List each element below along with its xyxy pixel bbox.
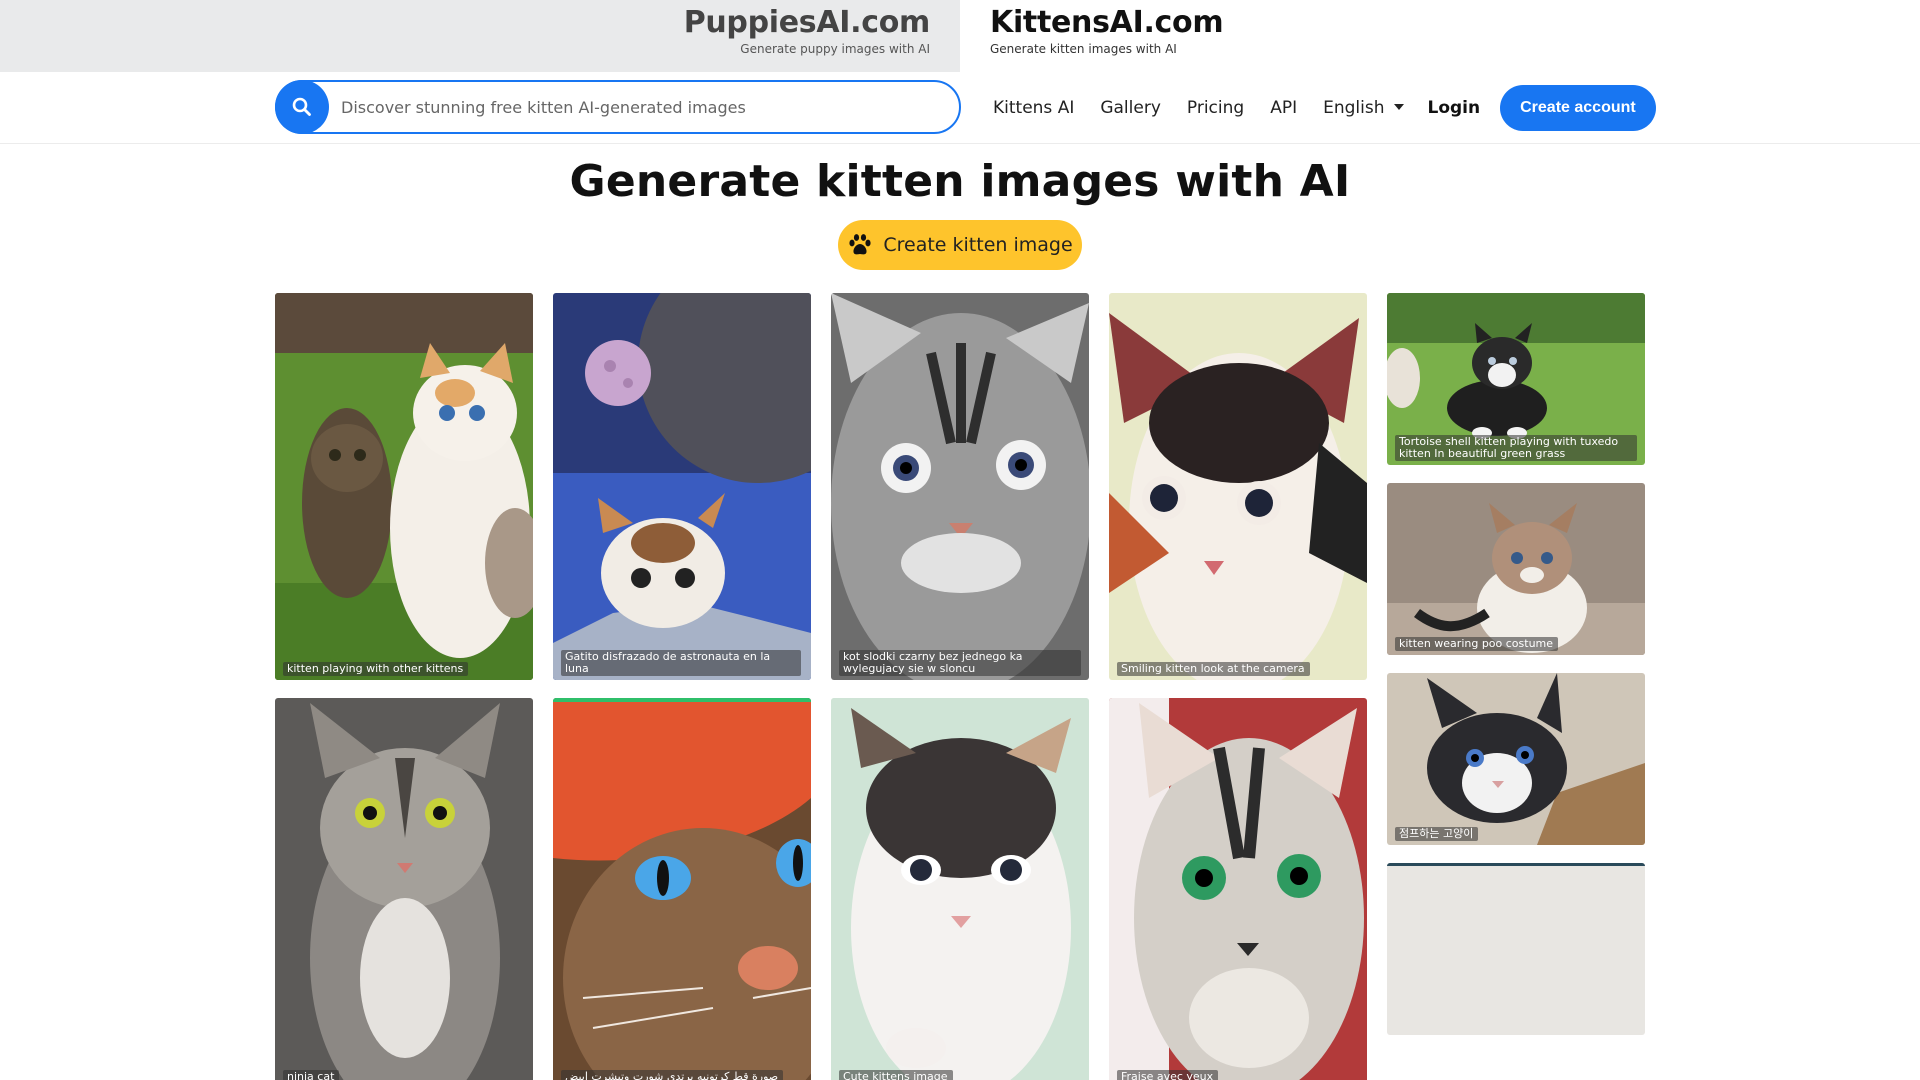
page-title: Generate kitten images with AI [569,156,1351,207]
login-button[interactable]: Login [1428,98,1481,118]
site-switcher: PuppiesAI.com Generate puppy images with… [0,0,1920,72]
main-navbar: Kittens AI Gallery Pricing API English L… [0,72,1920,144]
image-caption: kitten playing with other kittens [283,662,469,676]
site-name-puppies: PuppiesAI.com [683,5,931,40]
image-caption: Smiling kitten look at the camera [1117,662,1310,676]
image-caption: 점프하는 고양이 [1395,827,1479,841]
gallery-card[interactable]: Gatito disfrazado de astronauta en la lu… [553,293,811,680]
language-dropdown[interactable]: English [1323,98,1404,118]
kitten-image [553,293,811,680]
kitten-image [553,698,811,1080]
kitten-image [275,698,533,1080]
nav-link-pricing[interactable]: Pricing [1187,98,1244,118]
search-icon [292,97,311,116]
image-caption: kitten wearing poo costume [1395,637,1559,651]
site-tab-puppies[interactable]: PuppiesAI.com Generate puppy images with… [683,5,931,80]
create-account-button[interactable]: Create account [1500,85,1656,131]
kitten-image [1387,863,1645,1035]
gallery-card[interactable]: Smiling kitten look at the camera [1109,293,1367,680]
gallery-card[interactable]: Cute kittens image [831,698,1089,1080]
image-caption: Fraise avec yeux [1117,1070,1219,1080]
image-caption: kot slodki czarny bez jednego ka wyleguj… [839,650,1081,676]
gallery-card[interactable] [1387,863,1645,1035]
nav-link-api[interactable]: API [1270,98,1297,118]
site-name-kittens: KittensAI.com [990,5,1224,40]
kitten-image [831,293,1089,680]
search-input[interactable] [341,92,941,122]
language-label: English [1323,98,1385,118]
kitten-image [1387,483,1645,655]
nav-link-kittens-ai[interactable]: Kittens AI [993,98,1074,118]
gallery-card[interactable]: Fraise avec yeux [1109,698,1367,1080]
site-tab-kittens[interactable]: KittensAI.com Generate kitten images wit… [990,5,1224,80]
nav-link-gallery[interactable]: Gallery [1100,98,1161,118]
search-button[interactable] [275,80,329,134]
image-caption: Tortoise shell kitten playing with tuxed… [1395,435,1637,461]
gallery-card[interactable]: kitten wearing poo costume [1387,483,1645,655]
create-kitten-image-button[interactable]: Create kitten image [838,220,1082,270]
gallery-card[interactable]: صورة قط كرتونيه يرتدي شورت وتيشرت ابيض [553,698,811,1080]
kitten-image [1109,698,1367,1080]
image-caption: ninja cat [283,1070,340,1080]
kitten-image [831,698,1089,1080]
site-tagline-kittens: Generate kitten images with AI [990,42,1177,56]
kitten-image [1109,293,1367,680]
site-tagline-puppies: Generate puppy images with AI [740,42,930,56]
gallery-card[interactable]: kitten playing with other kittens [275,293,533,680]
chevron-down-icon [1393,104,1404,110]
image-gallery: kitten playing with other kittens ninja … [275,293,1645,1080]
image-caption: صورة قط كرتونيه يرتدي شورت وتيشرت ابيض [561,1070,784,1080]
search-bar [275,80,961,134]
create-kitten-image-label: Create kitten image [883,234,1073,256]
image-caption: Gatito disfrazado de astronauta en la lu… [561,650,801,676]
gallery-card[interactable]: 점프하는 고양이 [1387,673,1645,845]
nav-links: Kittens AI Gallery Pricing API English L… [993,72,1656,144]
gallery-card[interactable]: ninja cat [275,698,533,1080]
kitten-image [275,293,533,680]
gallery-card[interactable]: Tortoise shell kitten playing with tuxed… [1387,293,1645,465]
gallery-card[interactable]: kot slodki czarny bez jednego ka wyleguj… [831,293,1089,680]
paw-icon [849,234,871,255]
image-caption: Cute kittens image [839,1070,953,1080]
kitten-image [1387,673,1645,845]
